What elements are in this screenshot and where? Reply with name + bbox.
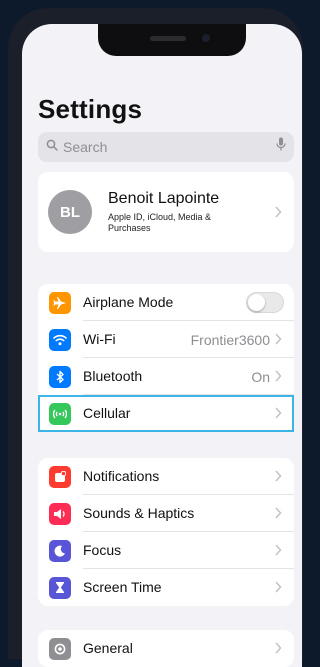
wifi-icon bbox=[49, 328, 71, 351]
chevron-right-icon bbox=[275, 544, 282, 556]
settings-row-focus[interactable]: Focus bbox=[38, 532, 294, 569]
search-bar[interactable]: Search bbox=[38, 132, 294, 162]
settings-row-cellular[interactable]: Cellular bbox=[38, 395, 294, 432]
settings-row-screen-time[interactable]: Screen Time bbox=[38, 569, 294, 606]
hourglass-icon bbox=[49, 576, 71, 599]
page-title: Settings bbox=[38, 94, 143, 124]
sounds-haptics-label: Sounds & Haptics bbox=[83, 505, 195, 521]
cellular-label: Cellular bbox=[83, 405, 131, 421]
focus-label: Focus bbox=[83, 542, 122, 558]
chevron-right-icon bbox=[275, 333, 282, 345]
chevron-right-icon bbox=[275, 642, 282, 654]
speaker-grille bbox=[150, 36, 186, 41]
bluetooth-status-value: On bbox=[251, 368, 270, 385]
airplane-mode-toggle[interactable] bbox=[246, 292, 284, 313]
settings-row-airplane-mode[interactable]: Airplane Mode bbox=[38, 284, 294, 321]
chevron-right-icon bbox=[275, 470, 282, 482]
moon-icon bbox=[49, 539, 71, 562]
general-label: General bbox=[83, 640, 133, 656]
wifi-network-value: Frontier3600 bbox=[190, 331, 270, 348]
notifications-label: Notifications bbox=[83, 468, 160, 484]
gear-icon bbox=[49, 637, 71, 660]
chevron-right-icon bbox=[275, 206, 282, 218]
chevron-right-icon bbox=[275, 370, 282, 382]
search-icon bbox=[46, 138, 58, 156]
screen-time-label: Screen Time bbox=[83, 579, 162, 595]
apple-id-card[interactable]: BL Benoit Lapointe Apple ID, iCloud, Med… bbox=[38, 172, 294, 252]
settings-row-sounds-haptics[interactable]: Sounds & Haptics bbox=[38, 495, 294, 532]
settings-screen: Settings Search BL Benoit Lapointe Apple… bbox=[22, 24, 302, 667]
bluetooth-label: Bluetooth bbox=[83, 368, 143, 384]
settings-row-wifi[interactable]: Wi-Fi Frontier3600 bbox=[38, 321, 294, 358]
profile-name: Benoit Lapointe bbox=[108, 190, 220, 207]
profile-subtitle: Apple ID, iCloud, Media & Purchases bbox=[108, 212, 212, 233]
airplane-icon bbox=[49, 291, 71, 314]
settings-row-general[interactable]: General bbox=[38, 630, 294, 667]
general-group: General bbox=[38, 630, 294, 667]
notch bbox=[98, 24, 246, 56]
microphone-icon[interactable] bbox=[276, 137, 286, 157]
wifi-label: Wi-Fi bbox=[83, 331, 116, 347]
speaker-icon bbox=[49, 502, 71, 525]
toggle-knob bbox=[248, 294, 265, 311]
chevron-right-icon bbox=[275, 581, 282, 593]
chevron-right-icon bbox=[275, 507, 282, 519]
settings-row-notifications[interactable]: Notifications bbox=[38, 458, 294, 495]
chevron-right-icon bbox=[275, 407, 282, 419]
bluetooth-icon bbox=[49, 365, 71, 388]
notifications-group: Notifications Sounds & Haptics Focus Scr… bbox=[38, 458, 294, 606]
front-camera bbox=[202, 34, 210, 42]
cellular-icon bbox=[49, 402, 71, 425]
avatar: BL bbox=[48, 190, 92, 234]
phone-frame: Settings Search BL Benoit Lapointe Apple… bbox=[8, 8, 303, 667]
connectivity-group: Airplane Mode Wi-Fi Frontier3600 Bluetoo… bbox=[38, 284, 294, 432]
notifications-icon bbox=[49, 465, 71, 488]
settings-row-bluetooth[interactable]: Bluetooth On bbox=[38, 358, 294, 395]
search-input[interactable]: Search bbox=[63, 139, 276, 155]
